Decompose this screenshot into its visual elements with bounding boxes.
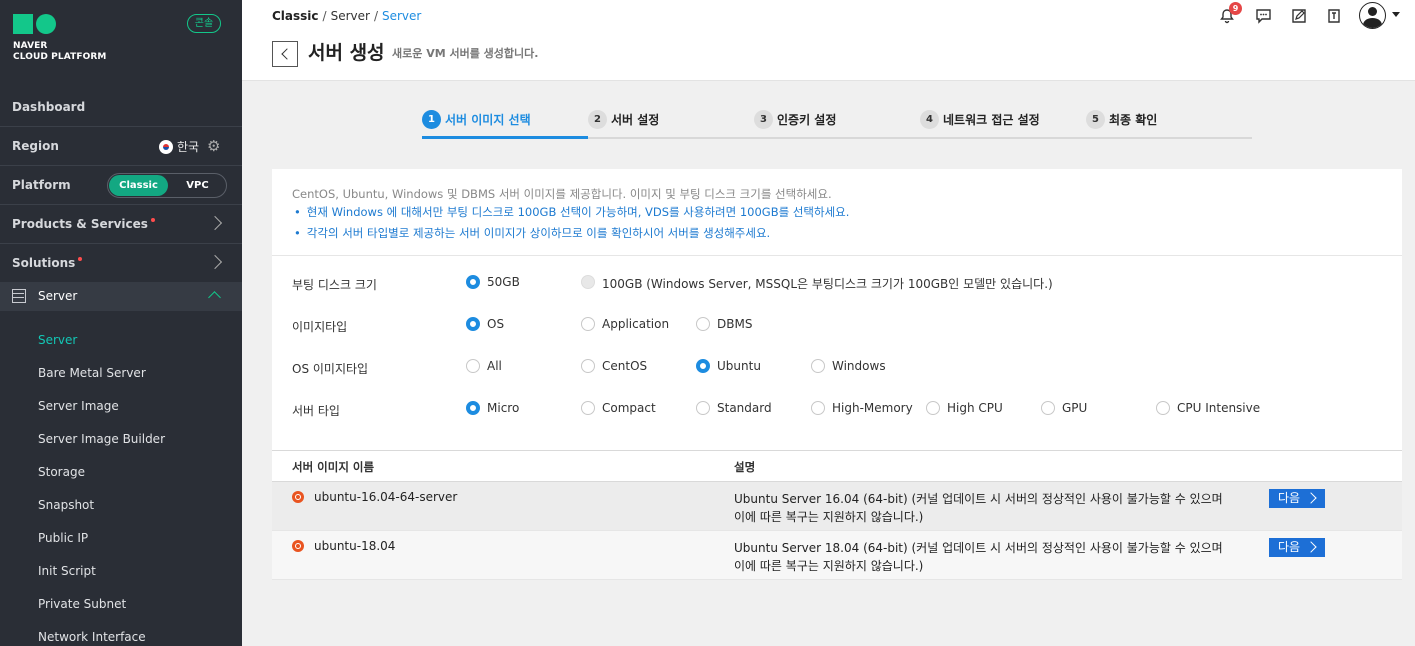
chevron-right-icon	[207, 254, 223, 270]
back-button[interactable]	[272, 41, 298, 67]
sidebar-item-snapshot[interactable]: Snapshot	[38, 498, 94, 512]
sidebar-item-solutions[interactable]: Solutions	[0, 244, 242, 283]
dashboard-label: Dashboard	[12, 100, 86, 114]
ubuntu-logo-icon	[292, 540, 304, 552]
step-final-check: 5 최종 확인	[1086, 110, 1157, 139]
notice-bullet: 현재 Windows 에 대해서만 부팅 디스크로 100GB 선택이 가능하며…	[294, 204, 850, 220]
caret-down-icon[interactable]	[1392, 12, 1400, 17]
step-number: 1	[422, 110, 441, 129]
sidebar-item-public-ip[interactable]: Public IP	[38, 531, 88, 545]
boot-disk-label: 부팅 디스크 크기	[292, 278, 377, 292]
breadcrumb-server-group[interactable]: Server	[331, 9, 370, 23]
page-title: 서버 생성	[308, 42, 385, 64]
chevron-up-icon	[208, 291, 221, 304]
logo-text: NAVER CLOUD PLATFORM	[13, 41, 107, 62]
sidebar-platform-row: Platform Classic VPC	[0, 166, 242, 205]
server-group-label: Server	[38, 289, 78, 303]
breadcrumb-server-current: Server	[381, 9, 422, 23]
console-badge[interactable]: 콘솔	[187, 14, 221, 33]
ubuntu-logo-icon	[292, 491, 304, 503]
sidebar-item-init-script[interactable]: Init Script	[38, 564, 96, 578]
chevron-right-icon	[207, 215, 223, 231]
user-avatar-icon[interactable]	[1359, 2, 1386, 29]
gear-icon[interactable]: ⚙	[207, 138, 220, 154]
platform-vpc-option[interactable]: VPC	[170, 175, 225, 196]
step-number: 5	[1086, 110, 1105, 129]
sidebar-item-products-services[interactable]: Products & Services	[0, 205, 242, 244]
sidebar-group-server[interactable]: Server	[0, 282, 242, 311]
server-image-panel: CentOS, Ubuntu, Windows 및 DBMS 서버 이미지를 제…	[272, 169, 1402, 580]
step-network-access: 4 네트워크 접근 설정	[920, 110, 1040, 139]
naver-cloud-logo[interactable]	[13, 14, 57, 36]
sidebar-item-server-image[interactable]: Server Image	[38, 399, 119, 413]
sidebar-region-row: Region 한국 ⚙	[0, 127, 242, 166]
table-row[interactable]: ubuntu-18.04 Ubuntu Server 18.04 (64-bit…	[272, 531, 1402, 580]
step-label: 서버 이미지 선택	[445, 113, 531, 127]
sidebar-item-server-image-builder[interactable]: Server Image Builder	[38, 432, 165, 446]
step-server-image: 1 서버 이미지 선택	[422, 110, 531, 139]
products-services-label: Products & Services	[12, 217, 148, 231]
platform-classic-option[interactable]: Classic	[109, 175, 168, 196]
sidebar: NAVER CLOUD PLATFORM 콘솔 Dashboard Region…	[0, 0, 242, 646]
chat-icon[interactable]	[1254, 8, 1272, 26]
image-name: ubuntu-16.04-64-server	[314, 490, 458, 504]
breadcrumb-classic[interactable]: Classic	[272, 9, 319, 23]
sidebar-item-dashboard[interactable]: Dashboard	[0, 88, 242, 127]
logo-area: NAVER CLOUD PLATFORM 콘솔	[0, 0, 242, 88]
page-header: Classic / Server / Server 서버 생성 새로운 VM 서버를 생…	[242, 0, 1415, 81]
step-server-settings: 2 서버 설정	[588, 110, 659, 139]
next-button[interactable]: 다음	[1269, 489, 1325, 508]
step-indicator: 1 서버 이미지 선택 2 서버 설정 3 인증키 설정 4 네트워크 접근 설정 5최…	[422, 108, 1252, 139]
active-step-underline	[422, 136, 588, 139]
sidebar-item-private-subnet[interactable]: Private Subnet	[38, 597, 126, 611]
divider	[272, 255, 1402, 256]
server-icon	[12, 289, 26, 303]
notice-bullet: 각각의 서버 타입별로 제공하는 서버 이미지가 상이하므로 이를 확인하시어 …	[294, 225, 770, 241]
server-type-label: 서버 타입	[292, 404, 340, 418]
edit-note-icon[interactable]	[1290, 8, 1308, 26]
sidebar-item-bare-metal-server[interactable]: Bare Metal Server	[38, 366, 146, 380]
korea-flag-icon	[159, 139, 173, 154]
step-label: 서버 설정	[611, 113, 660, 127]
platform-toggle[interactable]: Classic VPC	[107, 173, 227, 198]
step-label: 네트워크 접근 설정	[943, 113, 1040, 127]
next-button[interactable]: 다음	[1269, 538, 1325, 557]
image-table-header: 서버 이미지 이름 설명	[272, 450, 1402, 482]
image-description: Ubuntu Server 16.04 (64-bit) (커널 업데이트 시 …	[734, 492, 1223, 524]
new-dot-icon	[78, 257, 83, 261]
step-label: 인증키 설정	[777, 113, 837, 127]
step-number: 2	[588, 110, 607, 129]
sidebar-item-storage[interactable]: Storage	[38, 465, 85, 479]
sidebar-item-network-interface[interactable]: Network Interface	[38, 630, 146, 644]
region-value: 한국	[177, 140, 200, 154]
solutions-label: Solutions	[12, 256, 76, 270]
step-auth-key: 3 인증키 설정	[754, 110, 836, 139]
image-type-label: 이미지타입	[292, 320, 348, 334]
platform-label: Platform	[12, 178, 71, 192]
column-header-image-name: 서버 이미지 이름	[292, 460, 375, 474]
step-number: 4	[920, 110, 939, 129]
image-description: Ubuntu Server 18.04 (64-bit) (커널 업데이트 시 …	[734, 541, 1223, 573]
table-row[interactable]: ubuntu-16.04-64-server Ubuntu Server 16.…	[272, 482, 1402, 531]
new-dot-icon	[150, 218, 155, 222]
notification-count-badge: 9	[1229, 2, 1242, 15]
guide-book-icon[interactable]	[1325, 8, 1343, 26]
image-name: ubuntu-18.04	[314, 539, 396, 553]
region-selector[interactable]: 한국	[159, 138, 199, 155]
column-header-description: 설명	[734, 460, 756, 474]
region-label: Region	[12, 139, 59, 153]
breadcrumb: Classic / Server / Server	[272, 9, 422, 23]
sidebar-item-server[interactable]: Server	[38, 333, 77, 347]
os-image-type-label: OS 이미지타입	[292, 362, 369, 376]
step-label: 최종 확인	[1109, 113, 1158, 127]
step-number: 3	[754, 110, 773, 129]
page-subtitle: 새로운 VM 서버를 생성합니다.	[392, 47, 539, 60]
notice-intro: CentOS, Ubuntu, Windows 및 DBMS 서버 이미지를 제…	[292, 187, 832, 201]
